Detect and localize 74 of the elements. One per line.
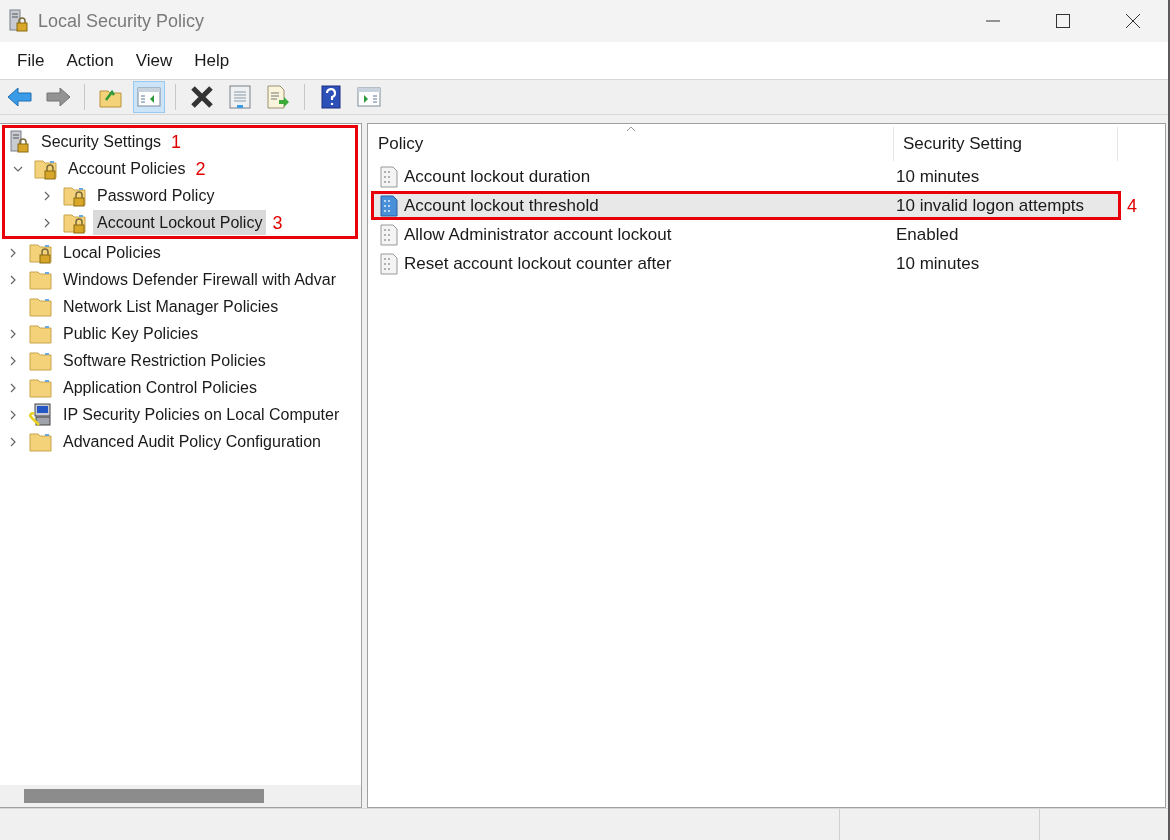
close-icon [1126,14,1140,28]
delete-x-icon[interactable] [190,85,214,109]
tree-item[interactable]: Public Key Policies [59,321,203,346]
menu-item[interactable]: View [126,47,182,74]
sort-caret-icon [626,126,636,132]
tree-item[interactable]: Application Control Policies [59,375,261,400]
chevron-right-icon[interactable] [8,409,18,420]
pane-right-icon[interactable] [357,87,381,107]
folder-icon [29,295,53,318]
server-lock-icon [8,9,30,33]
table-cell-text: Account lockout threshold [404,194,600,217]
table-cell-text: Enabled [896,223,959,246]
table-cell-text: 10 minutes [896,252,980,275]
chevron-right-icon[interactable] [8,382,18,393]
chevron-right-icon[interactable] [42,190,52,201]
folder-icon [29,268,53,291]
folder-icon [29,430,53,453]
scrollbar-thumb[interactable] [24,789,264,803]
table-cell-text: 10 invalid logon attempts [896,194,1085,217]
tree-item[interactable]: IP Security Policies on Local Computer [59,402,344,427]
tree-item[interactable]: Windows Defender Firewall with Advar [59,267,340,292]
maximize-icon [1056,14,1070,28]
properties-icon[interactable] [229,85,251,109]
callout-number: 3 [272,213,283,232]
window-title: Local Security Policy [38,9,205,33]
locked-folder-icon [63,211,87,234]
locked-folder-icon [34,157,58,180]
policy-icon [379,252,399,275]
tree-item[interactable]: Network List Manager Policies [59,294,283,319]
tree-item[interactable]: Local Policies [59,240,165,265]
callout-number: 4 [1127,196,1137,215]
server-lock-icon [9,129,31,154]
folder-icon [29,349,53,372]
chevron-right-icon[interactable] [8,274,18,285]
table-cell-text: Account lockout duration [404,165,592,188]
tree-item[interactable]: Password Policy [93,183,219,208]
locked-folder-icon [63,184,87,207]
minimize-icon [986,20,1000,22]
horizontal-scrollbar[interactable] [0,785,361,807]
folder-icon [29,376,53,399]
column-header[interactable]: Security Setting [894,127,1118,161]
menu-item[interactable]: File [8,47,54,74]
policy-icon [379,165,399,188]
tree-item[interactable]: Security Settings [37,129,166,154]
policy-icon [379,223,399,246]
tree-item[interactable]: Account Policies [64,156,190,181]
tree-item[interactable]: Advanced Audit Policy Configuration [59,429,325,454]
menu-item[interactable]: Help [185,47,239,74]
tree-item[interactable]: Account Lockout Policy [93,210,267,235]
chevron-right-icon[interactable] [8,436,18,447]
chevron-right-icon[interactable] [8,355,18,366]
table-row[interactable]: Allow Administrator account lockout Enabled [371,220,1121,249]
table-cell-text: Allow Administrator account lockout [404,223,673,246]
chevron-right-icon[interactable] [42,217,52,228]
table-cell-text: 10 minutes [896,165,980,188]
tree-item[interactable]: Software Restriction Policies [59,348,270,373]
locked-folder-icon [29,241,53,264]
menu-item[interactable]: Action [57,47,123,74]
help-icon[interactable] [321,85,341,109]
table-row[interactable]: Account lockout duration 10 minutes [371,162,1121,191]
folder-icon [29,322,53,345]
callout-number: 1 [171,132,182,151]
callout-number: 2 [195,159,206,178]
chevron-right-icon[interactable] [8,247,18,258]
table-cell-text: Reset account lockout counter after [404,252,673,275]
export-list-icon[interactable] [266,85,290,109]
policy-icon [379,194,399,217]
pane-left-icon[interactable] [137,87,161,107]
column-header[interactable]: Policy [368,127,894,161]
chevron-right-icon[interactable] [8,328,18,339]
computer-key-icon [29,402,53,427]
table-row[interactable]: Reset account lockout counter after 10 minutes [371,249,1121,278]
table-row[interactable]: Account lockout threshold 10 invalid logon attempts [371,191,1121,220]
back-arrow-icon[interactable] [7,86,33,108]
